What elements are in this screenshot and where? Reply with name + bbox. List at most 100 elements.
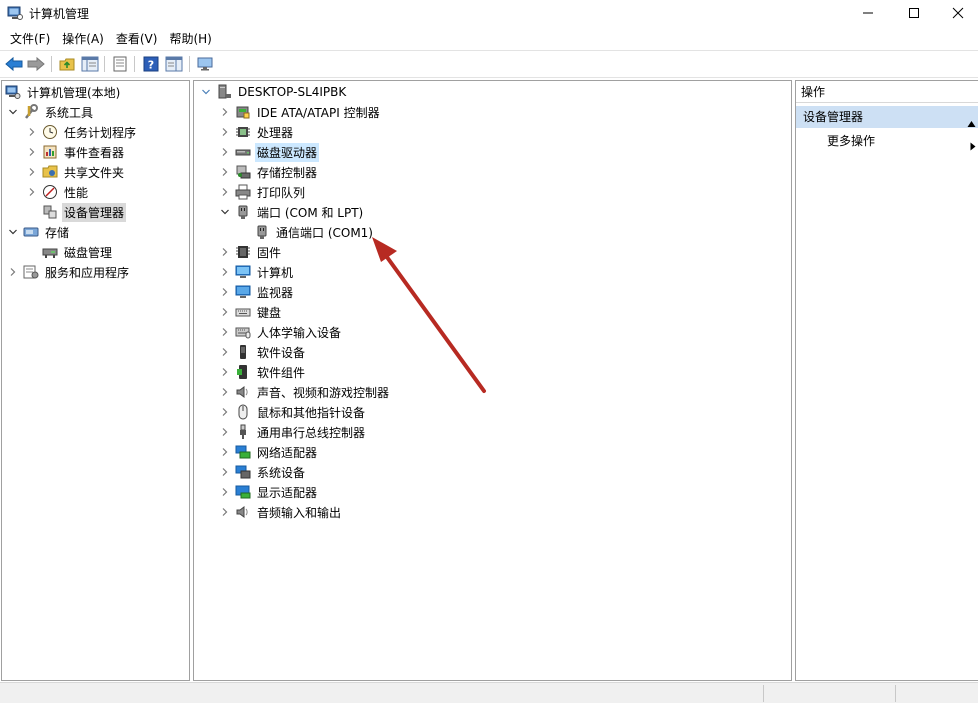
performance-icon xyxy=(42,184,58,200)
chevron-right-icon[interactable] xyxy=(26,146,38,158)
device-category-storage-controller[interactable]: 存储控制器 xyxy=(219,162,319,182)
chevron-right-icon[interactable] xyxy=(219,486,231,498)
properties-button[interactable] xyxy=(110,54,130,74)
network-adapter-icon xyxy=(235,444,251,460)
device-category-mouse[interactable]: 鼠标和其他指针设备 xyxy=(219,402,367,422)
tree-item-device-manager[interactable]: 设备管理器 xyxy=(26,202,127,222)
storage-controller-icon xyxy=(235,164,251,180)
device-category-monitor[interactable]: 监视器 xyxy=(219,282,295,302)
chevron-right-icon[interactable] xyxy=(219,386,231,398)
device-category-ide-controller[interactable]: IDE ATA/ATAPI 控制器 xyxy=(219,102,382,122)
device-category-display-adapter[interactable]: 显示适配器 xyxy=(219,482,319,502)
menu-view[interactable]: 查看(V) xyxy=(110,28,164,50)
minimize-button[interactable] xyxy=(845,0,891,26)
chevron-down-icon[interactable] xyxy=(200,86,212,98)
chevron-right-icon[interactable] xyxy=(7,266,19,278)
status-bar xyxy=(0,682,978,703)
actions-header: 操作 xyxy=(796,81,978,103)
tree-item-task-scheduler[interactable]: 任务计划程序 xyxy=(26,122,138,142)
chevron-down-icon[interactable] xyxy=(219,206,231,218)
chevron-down-icon[interactable] xyxy=(7,226,19,238)
chevron-right-icon[interactable] xyxy=(219,166,231,178)
device-tree-root[interactable]: DESKTOP-SL4IPBK xyxy=(200,82,348,102)
tree-item-computer-management[interactable]: 计算机管理(本地) xyxy=(5,82,122,102)
tree-item-storage[interactable]: 存储 xyxy=(7,222,71,242)
back-icon xyxy=(5,56,23,72)
device-category-speaker[interactable]: 声音、视频和游戏控制器 xyxy=(219,382,391,402)
forward-button[interactable] xyxy=(26,54,46,74)
minimize-icon xyxy=(863,12,873,14)
tree-item-shared-folders[interactable]: 共享文件夹 xyxy=(26,162,126,182)
show-hide-tree-button[interactable] xyxy=(80,54,100,74)
actions-section-device-manager[interactable]: 设备管理器 xyxy=(796,106,978,128)
device-category-processor[interactable]: 处理器 xyxy=(219,122,295,142)
chevron-right-icon[interactable] xyxy=(219,146,231,158)
display-adapter-icon xyxy=(235,484,251,500)
device-category-port[interactable]: 端口 (COM 和 LPT) xyxy=(219,202,365,222)
device-category-network-adapter[interactable]: 网络适配器 xyxy=(219,442,319,462)
properties-icon xyxy=(113,56,127,72)
tree-item-disk-management[interactable]: 磁盘管理 xyxy=(26,242,114,262)
device-category-disk-drive[interactable]: 磁盘驱动器 xyxy=(219,142,320,162)
maximize-button[interactable] xyxy=(891,0,937,26)
storage-icon xyxy=(23,224,39,240)
device-category-software-device[interactable]: 软件设备 xyxy=(219,342,307,362)
close-button[interactable] xyxy=(937,0,978,26)
chevron-right-icon[interactable] xyxy=(219,426,231,438)
up-folder-icon xyxy=(59,58,75,71)
tree-item-performance[interactable]: 性能 xyxy=(26,182,90,202)
chevron-right-icon[interactable] xyxy=(219,266,231,278)
device-category-audio-io[interactable]: 音频输入和输出 xyxy=(219,502,343,522)
device-category-hid[interactable]: 人体学输入设备 xyxy=(219,322,343,342)
help-icon: ? xyxy=(143,56,159,72)
forward-icon xyxy=(27,56,45,72)
menu-help[interactable]: 帮助(H) xyxy=(163,28,217,50)
device-category-usb[interactable]: 通用串行总线控制器 xyxy=(219,422,367,442)
chevron-down-icon[interactable] xyxy=(7,106,19,118)
device-category-label: 网络适配器 xyxy=(257,445,318,460)
chevron-right-icon[interactable] xyxy=(26,186,38,198)
chevron-right-icon[interactable] xyxy=(219,446,231,458)
scan-hardware-button[interactable] xyxy=(195,54,215,74)
up-folder-button[interactable] xyxy=(57,54,77,74)
help-button[interactable]: ? xyxy=(141,54,161,74)
chevron-right-icon[interactable] xyxy=(26,166,38,178)
show-hide-tree-icon xyxy=(81,56,99,72)
device-manager-icon xyxy=(42,204,58,220)
action-pane-button[interactable] xyxy=(164,54,184,74)
shared-folder-icon xyxy=(42,164,58,180)
tree-item-system-tools[interactable]: 系统工具 xyxy=(7,102,95,122)
tree-item-event-viewer[interactable]: 事件查看器 xyxy=(26,142,126,162)
device-category-printer[interactable]: 打印队列 xyxy=(219,182,307,202)
tree-item-services-applications[interactable]: 服务和应用程序 xyxy=(7,262,131,282)
ide-controller-icon xyxy=(235,104,251,120)
device-category-computer[interactable]: 计算机 xyxy=(219,262,295,282)
device-category-port[interactable]: 通信端口 (COM1) xyxy=(238,222,375,242)
chevron-right-icon[interactable] xyxy=(219,186,231,198)
chevron-right-icon[interactable] xyxy=(219,346,231,358)
menu-file[interactable]: 文件(F) xyxy=(4,28,56,50)
chevron-right-icon[interactable] xyxy=(219,246,231,258)
chevron-right-icon[interactable] xyxy=(219,286,231,298)
chevron-right-icon[interactable] xyxy=(219,406,231,418)
device-category-label: 显示适配器 xyxy=(257,485,318,500)
menu-action[interactable]: 操作(A) xyxy=(56,28,110,50)
device-category-keyboard[interactable]: 键盘 xyxy=(219,302,283,322)
chevron-right-icon[interactable] xyxy=(26,126,38,138)
chevron-right-icon[interactable] xyxy=(219,326,231,338)
chevron-right-icon[interactable] xyxy=(219,506,231,518)
chevron-right-icon[interactable] xyxy=(219,366,231,378)
chevron-right-icon[interactable] xyxy=(219,466,231,478)
console-tree-pane: 计算机管理(本地) 系统工具 任务计划程序 事件查看器 共享文件夹 性能 设备管… xyxy=(1,80,190,681)
device-category-label: 鼠标和其他指针设备 xyxy=(257,405,366,420)
back-button[interactable] xyxy=(4,54,24,74)
chevron-right-icon[interactable] xyxy=(219,126,231,138)
device-category-system-device[interactable]: 系统设备 xyxy=(219,462,307,482)
device-category-label: 磁盘驱动器 xyxy=(255,142,320,162)
window-title: 计算机管理 xyxy=(29,7,90,21)
device-category-software-component[interactable]: 软件组件 xyxy=(219,362,307,382)
more-actions-item[interactable]: 更多操作 xyxy=(796,131,978,151)
chevron-right-icon[interactable] xyxy=(219,306,231,318)
chevron-right-icon[interactable] xyxy=(219,106,231,118)
device-category-firmware[interactable]: 固件 xyxy=(219,242,283,262)
